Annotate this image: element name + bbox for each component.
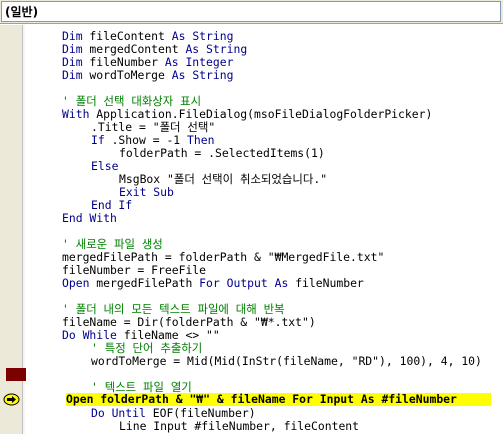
code-window-header: (일반)	[0, 0, 503, 24]
code-line: Open mergedFilePath For Output As fileNu…	[62, 276, 364, 290]
code-line: folderPath = .SelectedItems(1)	[119, 146, 325, 160]
current-execution-line: Open folderPath & "₩" & fileName For Inp…	[66, 393, 491, 406]
object-combo-value: (일반)	[5, 5, 39, 19]
code-editor[interactable]: Dim fileContent As String Dim mergedCont…	[26, 25, 503, 434]
execution-pointer-icon	[3, 393, 20, 406]
object-combo-box[interactable]: (일반)	[1, 1, 501, 22]
code-line: End With	[62, 211, 117, 225]
code-line: Else	[91, 159, 119, 173]
code-line: wordToMerge = Mid(Mid(InStr(fileName, "R…	[91, 354, 482, 368]
code-line: Line Input #fileNumber, fileContent	[119, 419, 360, 433]
code-line: Dim wordToMerge As String	[62, 68, 234, 82]
